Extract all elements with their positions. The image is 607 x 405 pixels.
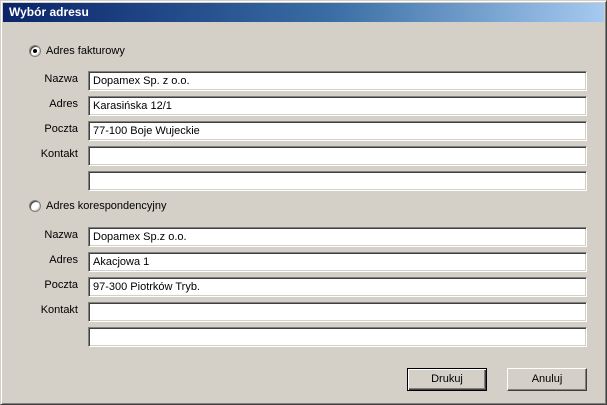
correspondence-contact-field[interactable]: [88, 302, 587, 322]
correspondence-contact-label: Kontakt: [40, 304, 78, 316]
print-button[interactable]: Drukuj: [407, 368, 487, 391]
address-selection-dialog: Wybór adresu Adres fakturowy Nazwa Dopam…: [0, 0, 607, 405]
billing-address-radio[interactable]: [29, 45, 41, 57]
correspondence-contact-field-2[interactable]: [88, 327, 587, 347]
correspondence-name-field[interactable]: Dopamex Sp.z o.o.: [88, 227, 587, 247]
billing-post-field[interactable]: 77-100 Boje Wujeckie: [88, 121, 587, 141]
billing-contact-field[interactable]: [88, 146, 587, 166]
billing-post-label: Poczta: [44, 123, 78, 135]
billing-name-label: Nazwa: [44, 73, 78, 85]
correspondence-address-radio[interactable]: [29, 200, 41, 212]
billing-address-field[interactable]: Karasińska 12/1: [88, 96, 587, 116]
correspondence-address-radio-label: Adres korespondencyjny: [46, 200, 167, 212]
billing-name-field[interactable]: Dopamex Sp. z o.o.: [88, 71, 587, 91]
billing-address-label: Adres: [49, 98, 78, 110]
billing-address-radio-label: Adres fakturowy: [46, 45, 125, 57]
correspondence-post-field[interactable]: 97-300 Piotrków Tryb.: [88, 277, 587, 297]
correspondence-address-label: Adres: [49, 254, 78, 266]
billing-address-radio-option[interactable]: Adres fakturowy: [29, 43, 125, 59]
correspondence-post-label: Poczta: [44, 279, 78, 291]
billing-contact-label: Kontakt: [40, 148, 78, 160]
cancel-button[interactable]: Anuluj: [507, 368, 587, 391]
correspondence-address-radio-option[interactable]: Adres korespondencyjny: [29, 198, 166, 214]
window-title: Wybór adresu: [9, 5, 89, 19]
billing-contact-field-2[interactable]: [88, 171, 587, 191]
correspondence-name-label: Nazwa: [44, 229, 78, 241]
title-bar[interactable]: Wybór adresu: [3, 3, 604, 22]
correspondence-address-field[interactable]: Akacjowa 1: [88, 252, 587, 272]
